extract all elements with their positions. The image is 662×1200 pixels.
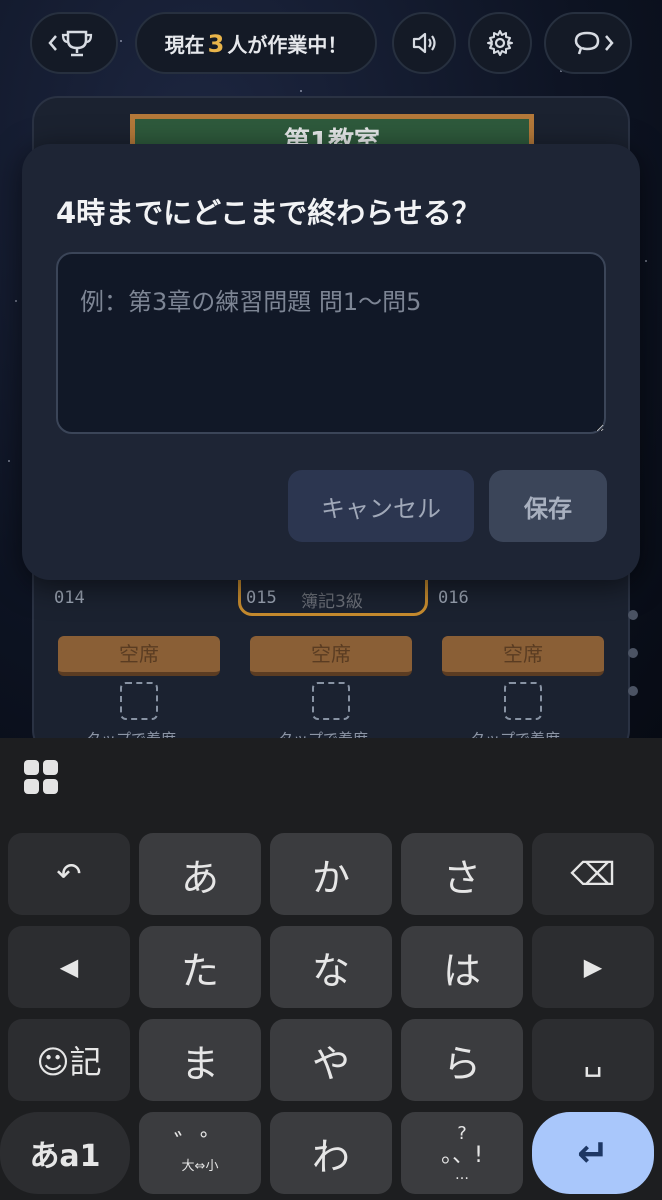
key-ta[interactable]: た — [139, 926, 261, 1008]
chat-bubble-icon — [574, 31, 614, 55]
star — [120, 40, 122, 42]
goal-text-input[interactable] — [56, 252, 606, 434]
cursor-left-key[interactable]: ◀ — [8, 926, 130, 1008]
key-ka[interactable]: か — [270, 833, 392, 915]
gear-icon — [487, 30, 513, 56]
punct-top: ? — [457, 1123, 467, 1144]
key-ha[interactable]: は — [401, 926, 523, 1008]
key-wa[interactable]: わ — [270, 1112, 392, 1194]
active-user-count: 3 — [207, 29, 225, 58]
chat-button[interactable] — [544, 12, 632, 74]
desk-vacant[interactable]: 空席 — [58, 636, 220, 676]
desk-vacant[interactable]: 空席 — [250, 636, 412, 676]
space-key[interactable]: ␣ — [532, 1019, 654, 1101]
status-prefix: 現在 — [164, 32, 205, 57]
input-mode-key[interactable]: あa1 — [0, 1112, 130, 1194]
empty-chair[interactable] — [120, 682, 158, 720]
star — [8, 460, 10, 462]
status-suffix: 人が作業中！ — [227, 32, 348, 57]
empty-chair[interactable] — [312, 682, 350, 720]
star — [645, 260, 647, 262]
punct-main: 。、! — [441, 1143, 483, 1168]
star — [15, 300, 17, 302]
dialog-title: 4時までにどこまで終わらせる？ — [56, 196, 481, 230]
key-na[interactable]: な — [270, 926, 392, 1008]
key-sa[interactable]: さ — [401, 833, 523, 915]
dakuten-key[interactable]: ゛゜ 大⇔小 — [139, 1112, 261, 1194]
back-trophy-button[interactable] — [30, 12, 118, 74]
empty-chair[interactable] — [504, 682, 542, 720]
desk-vacant[interactable]: 空席 — [442, 636, 604, 676]
cancel-button[interactable]: キャンセル — [288, 470, 474, 542]
cursor-right-key[interactable]: ▶ — [532, 926, 654, 1008]
seat-number: 015 — [246, 588, 277, 608]
trophy-icon — [48, 30, 93, 57]
goal-dialog: 4時までにどこまで終わらせる？ キャンセル 保存 — [22, 144, 640, 580]
save-button[interactable]: 保存 — [489, 470, 607, 542]
sound-button[interactable] — [392, 12, 456, 74]
page-dot — [628, 648, 638, 658]
page-indicator — [628, 610, 638, 724]
seat-number: 014 — [54, 588, 85, 608]
active-seat-label: 簿記3級 — [301, 592, 363, 612]
key-ya[interactable]: や — [270, 1019, 392, 1101]
settings-button[interactable] — [468, 12, 532, 74]
ime-keyboard: ↶ あ か さ ⌫ ◀ た な は ▶ ☺記 ま や ら ␣ あa1 ゛゜ 大⇔… — [0, 738, 662, 1200]
seat-number: 016 — [438, 588, 469, 608]
emoji-symbol-key[interactable]: ☺記 — [8, 1019, 130, 1101]
enter-key[interactable]: ↵ — [532, 1112, 654, 1194]
punctuation-key[interactable]: ? 。、! … — [401, 1112, 523, 1194]
undo-key[interactable]: ↶ — [8, 833, 130, 915]
backspace-key[interactable]: ⌫ — [532, 833, 654, 915]
dakuten-symbols: ゛゜ — [173, 1130, 226, 1160]
star — [300, 90, 302, 92]
dakuten-subtext: 大⇔小 — [181, 1159, 219, 1174]
key-ra[interactable]: ら — [401, 1019, 523, 1101]
active-users-status: 現在 3 人が作業中！ — [135, 12, 377, 74]
page-dot — [628, 610, 638, 620]
key-ma[interactable]: ま — [139, 1019, 261, 1101]
keyboard-menu-icon[interactable] — [24, 760, 60, 796]
punct-sub: … — [455, 1167, 469, 1183]
page-dot — [628, 686, 638, 696]
speaker-icon — [412, 32, 436, 54]
key-a[interactable]: あ — [139, 833, 261, 915]
